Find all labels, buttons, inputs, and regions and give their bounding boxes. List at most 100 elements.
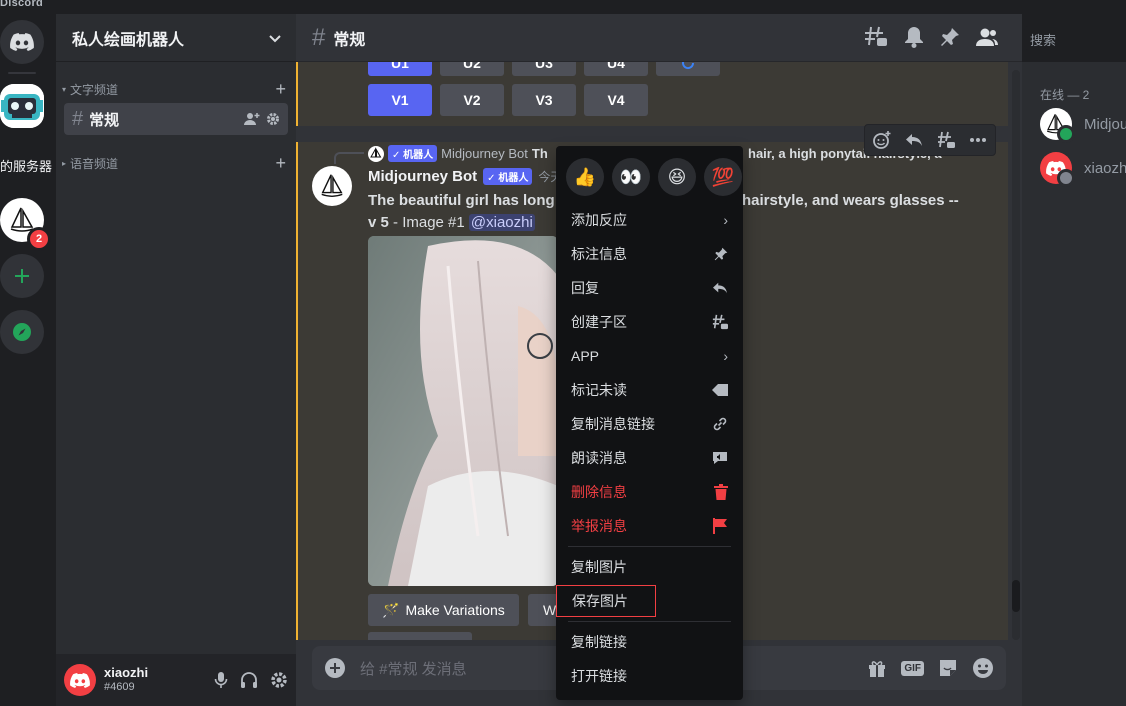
member-list: 在线 — 2 Midjou xiaozhi bbox=[1022, 62, 1126, 706]
gif-icon[interactable]: GIF bbox=[901, 660, 924, 676]
gear-icon[interactable] bbox=[266, 112, 280, 126]
variation-button[interactable]: V2 bbox=[440, 84, 504, 116]
thread-icon bbox=[712, 314, 728, 330]
guild-header[interactable]: 私人绘画机器人 bbox=[56, 14, 296, 62]
menu-item-label: 回复 bbox=[571, 280, 599, 296]
avatar[interactable] bbox=[64, 664, 96, 696]
add-attachment-icon[interactable] bbox=[324, 657, 346, 679]
reaction-eyes[interactable]: 👀 bbox=[612, 158, 650, 196]
button-label: Make Variations bbox=[405, 602, 505, 618]
variation-button[interactable]: V3 bbox=[512, 84, 576, 116]
variation-button[interactable]: V4 bbox=[584, 84, 648, 116]
menu-item-label: 添加反应 bbox=[571, 212, 627, 228]
variation-button[interactable]: V1 bbox=[368, 84, 432, 116]
gift-icon[interactable] bbox=[867, 658, 887, 678]
reaction-laughing[interactable]: 😆 bbox=[658, 158, 696, 196]
plus-icon bbox=[15, 269, 29, 283]
menu-item-report-message[interactable]: 举报消息 bbox=[564, 510, 736, 542]
threads-icon[interactable] bbox=[864, 26, 888, 48]
menu-item-delete-message[interactable]: 删除信息 bbox=[564, 476, 736, 508]
menu-item-mark-unread[interactable]: 标记未读 bbox=[564, 374, 736, 406]
reply-connector bbox=[334, 152, 364, 164]
menu-divider bbox=[568, 546, 731, 547]
headphones-icon[interactable] bbox=[240, 671, 258, 689]
member-name: Midjou bbox=[1084, 115, 1126, 133]
menu-item-reply[interactable]: 回复 bbox=[564, 272, 736, 304]
menu-item-pin-message[interactable]: 标注信息 bbox=[564, 238, 736, 270]
reply-icon[interactable] bbox=[905, 132, 923, 148]
reply-preview[interactable]: ✓ 机器人 Midjourney Bot Th hair, a high pon… bbox=[368, 145, 942, 162]
reroll-button[interactable] bbox=[656, 62, 720, 76]
menu-item-label: APP bbox=[571, 348, 600, 364]
menu-item-add-reaction[interactable]: 添加反应 › bbox=[564, 204, 736, 236]
reaction-100[interactable]: 💯 bbox=[704, 158, 742, 196]
menu-item-save-image[interactable]: 保存图片 bbox=[556, 585, 656, 617]
sticker-icon[interactable] bbox=[938, 658, 958, 678]
server-rail: 的服务器 2 bbox=[0, 14, 56, 706]
guild-name: 私人绘画机器人 bbox=[72, 31, 185, 49]
prompt-text: hairstyle, and wears glasses -- bbox=[742, 192, 959, 209]
message-author[interactable]: Midjourney Bot bbox=[368, 168, 477, 185]
invite-icon[interactable] bbox=[244, 112, 260, 126]
upscale-button[interactable]: U1 bbox=[368, 62, 432, 76]
microphone-icon[interactable] bbox=[214, 671, 228, 689]
avatar bbox=[1040, 108, 1075, 143]
menu-item-speak-message[interactable]: 朗读消息 bbox=[564, 442, 736, 474]
chevron-right-icon: › bbox=[723, 348, 728, 364]
member-list-icon[interactable] bbox=[976, 27, 998, 47]
username: xiaozhi bbox=[104, 665, 149, 681]
trash-icon bbox=[714, 484, 728, 500]
thread-icon[interactable] bbox=[937, 131, 955, 149]
category-text-channels[interactable]: ▾ 文字频道 + bbox=[56, 79, 296, 99]
reaction-thumbs-up[interactable]: 👍 bbox=[566, 158, 604, 196]
message-header: Midjourney Bot ✓ 机器人 今天 bbox=[368, 168, 562, 185]
home-button[interactable] bbox=[0, 20, 44, 64]
avatar[interactable] bbox=[312, 166, 352, 206]
menu-item-label: 复制消息链接 bbox=[571, 416, 655, 432]
emoji-icon[interactable] bbox=[972, 657, 994, 679]
upscale-button[interactable]: U2 bbox=[440, 62, 504, 76]
member-item[interactable]: Midjou bbox=[1040, 106, 1126, 143]
menu-item-label: 举报消息 bbox=[571, 518, 627, 534]
gear-icon[interactable] bbox=[270, 671, 288, 689]
sailboat-icon bbox=[321, 174, 343, 197]
add-server-button[interactable] bbox=[0, 254, 44, 298]
add-channel-icon[interactable]: + bbox=[275, 80, 286, 98]
hash-icon: # bbox=[72, 107, 84, 130]
menu-item-apps[interactable]: APP › bbox=[564, 340, 736, 372]
web-button[interactable]: W bbox=[528, 594, 558, 626]
menu-item-create-thread[interactable]: 创建子区 bbox=[564, 306, 736, 338]
compass-icon bbox=[13, 323, 31, 341]
upscale-button[interactable]: U3 bbox=[512, 62, 576, 76]
add-reaction-icon[interactable] bbox=[873, 131, 891, 149]
pin-icon[interactable] bbox=[940, 27, 960, 47]
quick-reactions: 👍 👀 😆 💯 bbox=[566, 158, 742, 196]
channel-item-general[interactable]: # 常规 bbox=[64, 103, 288, 135]
prompt-text: The beautiful girl has long bbox=[368, 192, 555, 209]
menu-item-label: 复制链接 bbox=[571, 634, 627, 650]
menu-item-label: 保存图片 bbox=[572, 593, 628, 609]
user-mention[interactable]: @xiaozhi bbox=[468, 214, 535, 231]
generated-image[interactable] bbox=[368, 236, 558, 586]
favorite-button[interactable]: ♥ bbox=[368, 632, 472, 640]
scrollbar-track[interactable] bbox=[1012, 70, 1020, 640]
member-item[interactable]: xiaozhi bbox=[1040, 150, 1126, 187]
category-voice-channels[interactable]: ▸ 语音频道 + bbox=[56, 153, 296, 173]
add-channel-icon[interactable]: + bbox=[275, 154, 286, 172]
explore-servers-button[interactable] bbox=[0, 310, 44, 354]
bell-icon[interactable] bbox=[904, 26, 924, 48]
more-options-icon[interactable] bbox=[969, 137, 987, 143]
upscale-button[interactable]: U4 bbox=[584, 62, 648, 76]
menu-item-copy-message-link[interactable]: 复制消息链接 bbox=[564, 408, 736, 440]
message-input[interactable]: 给 #常规 发消息 bbox=[360, 658, 467, 679]
search-input[interactable]: 搜索 bbox=[1024, 26, 1126, 50]
message-hover-toolbar bbox=[864, 124, 996, 156]
scrollbar-thumb[interactable] bbox=[1012, 580, 1020, 612]
menu-item-open-link[interactable]: 打开链接 bbox=[564, 660, 736, 692]
menu-divider bbox=[568, 621, 731, 622]
make-variations-button[interactable]: 🪄 Make Variations bbox=[368, 594, 519, 626]
menu-item-copy-link[interactable]: 复制链接 bbox=[564, 626, 736, 658]
unread-icon bbox=[712, 384, 728, 396]
menu-item-copy-image[interactable]: 复制图片 bbox=[564, 551, 736, 583]
server-robot[interactable] bbox=[0, 84, 44, 128]
